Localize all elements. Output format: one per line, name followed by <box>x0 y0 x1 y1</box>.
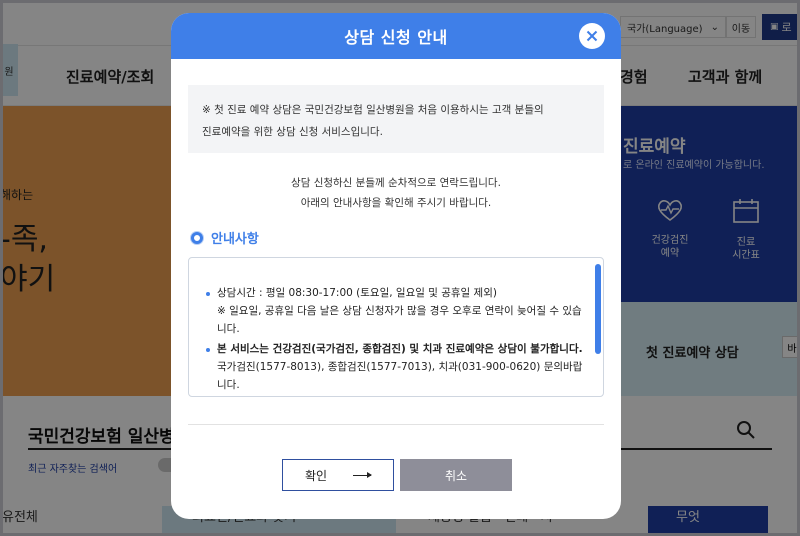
guidance-text: 상담 신청하신 분들께 순차적으로 연락드립니다. 아래의 안내사항을 확인해 … <box>171 173 621 213</box>
notice-line-2: 진료예약을 위한 상담 신청 서비스입니다. <box>202 126 383 138</box>
info-heading: 안내사항 <box>191 228 259 247</box>
guidance-line-1: 상담 신청하신 분들께 순차적으로 연락드립니다. <box>291 177 501 189</box>
modal-title: 상담 신청 안내 <box>344 28 448 47</box>
bullet-circle-icon <box>191 231 203 244</box>
modal-header: 상담 신청 안내 <box>171 13 621 59</box>
cancel-button-label: 취소 <box>444 468 468 483</box>
confirm-button-label: 확인 <box>305 468 328 483</box>
info-scroll-box[interactable]: 상담시간 : 평일 08:30-17:00 (토요일, 일요일 및 공휴일 제외… <box>188 257 604 397</box>
consult-application-modal: 상담 신청 안내 ※ 첫 진료 예약 상담은 국민건강보험 일산병원을 처음 이… <box>171 13 621 519</box>
notice-box: ※ 첫 진료 예약 상담은 국민건강보험 일산병원을 처음 이용하시는 고객 분… <box>188 85 604 153</box>
close-button[interactable] <box>579 23 605 49</box>
info-heading-label: 안내사항 <box>211 232 259 247</box>
arrow-right-icon <box>353 472 372 478</box>
confirm-button[interactable]: 확인 <box>282 459 394 491</box>
list-item-main: 상담시간 : 평일 08:30-17:00 (토요일, 일요일 및 공휴일 제외… <box>217 287 497 299</box>
guidance-line-2: 아래의 안내사항을 확인해 주시기 바랍니다. <box>300 197 492 209</box>
list-item-note: ※ 일요일, 공휴일 다음 날은 상담 신청자가 많을 경우 오후로 연락이 늦… <box>217 305 582 335</box>
list-item: 상담시간 : 평일 08:30-17:00 (토요일, 일요일 및 공휴일 제외… <box>205 284 585 338</box>
divider <box>188 424 604 425</box>
cancel-button[interactable]: 취소 <box>400 459 512 491</box>
info-list: 상담시간 : 평일 08:30-17:00 (토요일, 일요일 및 공휴일 제외… <box>205 284 585 396</box>
scrollbar[interactable] <box>595 264 601 354</box>
notice-line-1: ※ 첫 진료 예약 상담은 국민건강보험 일산병원을 처음 이용하시는 고객 분… <box>202 104 544 116</box>
list-item-main: 본 서비스는 건강검진(국가검진, 종합검진) 및 치과 진료예약은 상담이 불… <box>217 343 583 355</box>
list-item: 본 서비스는 건강검진(국가검진, 종합검진) 및 치과 진료예약은 상담이 불… <box>205 340 585 394</box>
list-item-note: 국가검진(1577-8013), 종합검진(1577-7013), 치과(031… <box>217 361 583 391</box>
close-icon <box>586 30 598 42</box>
